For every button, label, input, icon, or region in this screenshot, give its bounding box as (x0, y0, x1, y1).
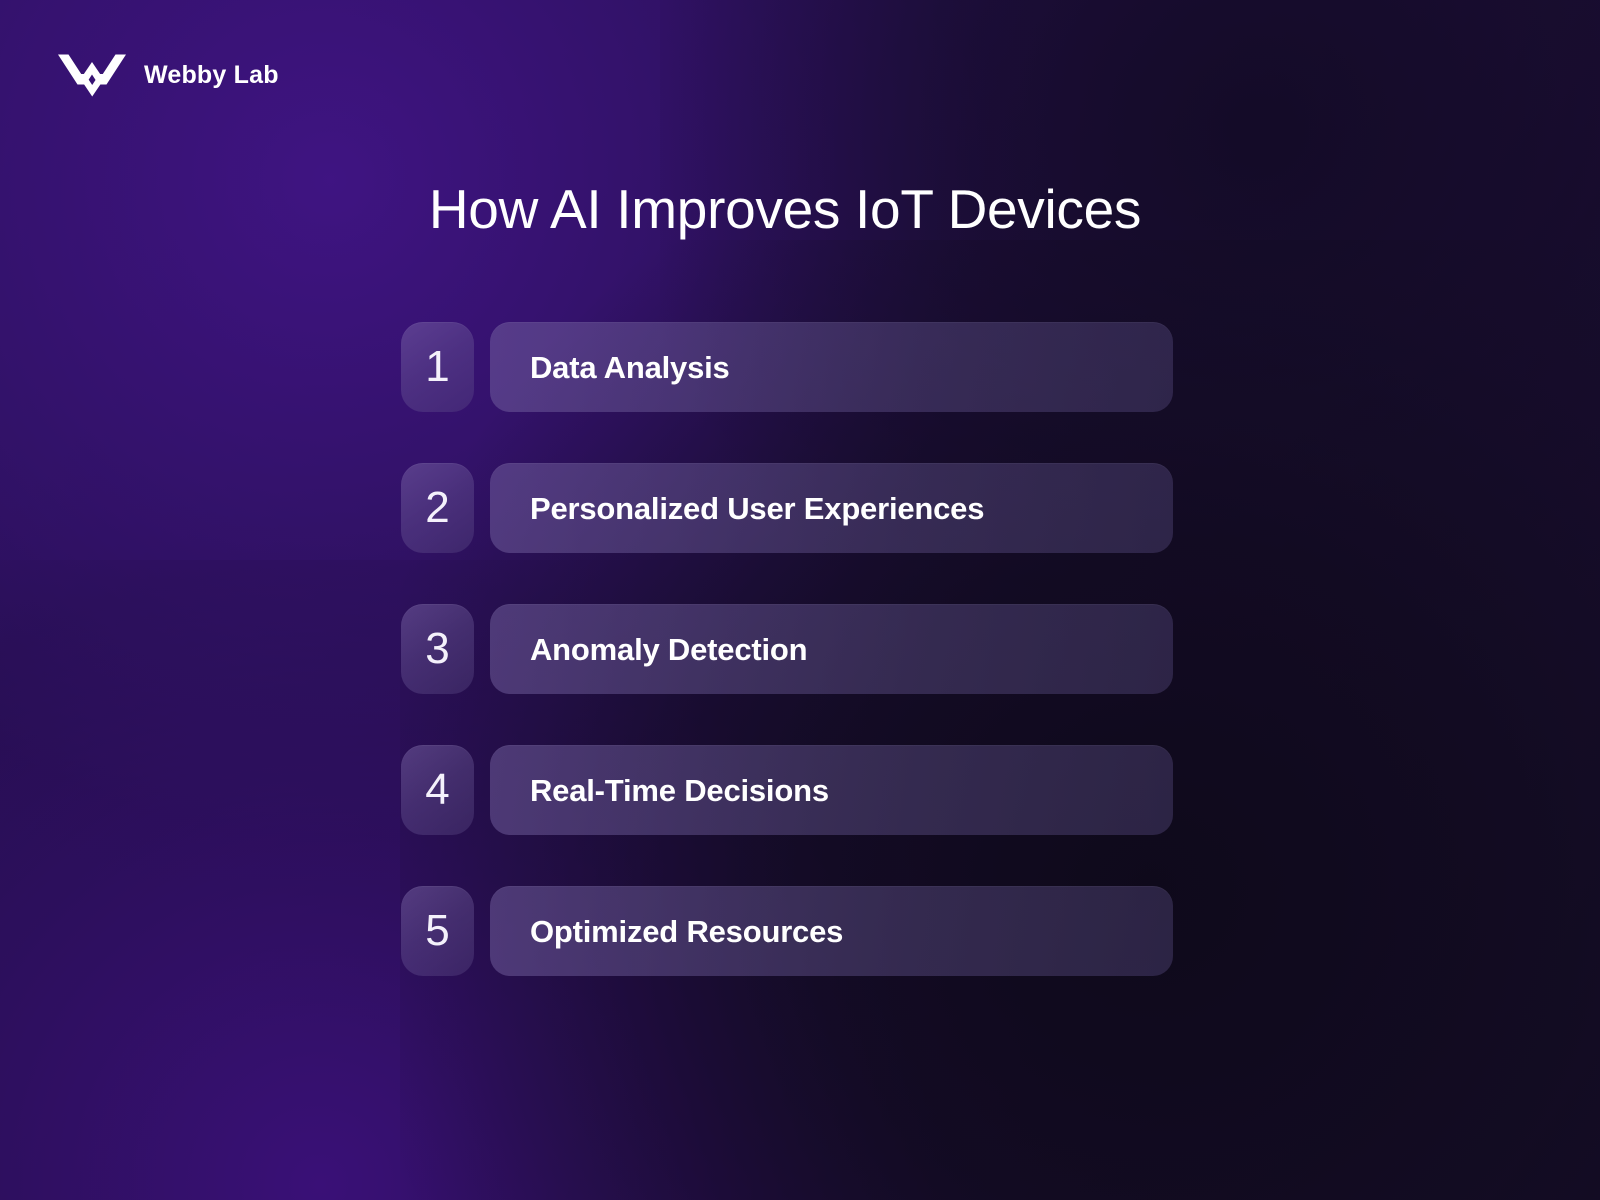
list-item: 5 Optimized Resources (401, 886, 1173, 976)
list-item-bar: Data Analysis (490, 322, 1173, 412)
brand-name: Webby Lab (144, 60, 279, 89)
list-item-number-badge: 5 (401, 886, 474, 976)
list-item-label: Optimized Resources (530, 913, 844, 949)
list-item-number-badge: 3 (401, 604, 474, 694)
benefits-list: 1 Data Analysis 2 Personalized User Expe… (401, 322, 1173, 976)
list-item-label: Data Analysis (530, 349, 730, 385)
list-item-label: Anomaly Detection (530, 631, 808, 667)
webbylab-chevron-w-logo-icon (58, 52, 128, 98)
infographic-slide: Webby Lab How AI Improves IoT Devices 1 … (0, 0, 1600, 1200)
list-item: 2 Personalized User Experiences (401, 463, 1173, 553)
list-item: 3 Anomaly Detection (401, 604, 1173, 694)
list-item-label: Personalized User Experiences (530, 490, 985, 526)
list-item-bar: Anomaly Detection (490, 604, 1173, 694)
list-item: 1 Data Analysis (401, 322, 1173, 412)
list-item-bar: Optimized Resources (490, 886, 1173, 976)
list-item: 4 Real-Time Decisions (401, 745, 1173, 835)
list-item-bar: Personalized User Experiences (490, 463, 1173, 553)
list-item-label: Real-Time Decisions (530, 772, 829, 808)
list-item-number-badge: 1 (401, 322, 474, 412)
list-item-bar: Real-Time Decisions (490, 745, 1173, 835)
list-item-number-badge: 4 (401, 745, 474, 835)
slide-content: Webby Lab How AI Improves IoT Devices 1 … (0, 0, 1600, 1200)
brand-logo: Webby Lab (58, 52, 279, 98)
list-item-number-badge: 2 (401, 463, 474, 553)
page-title: How AI Improves IoT Devices (428, 178, 1142, 240)
